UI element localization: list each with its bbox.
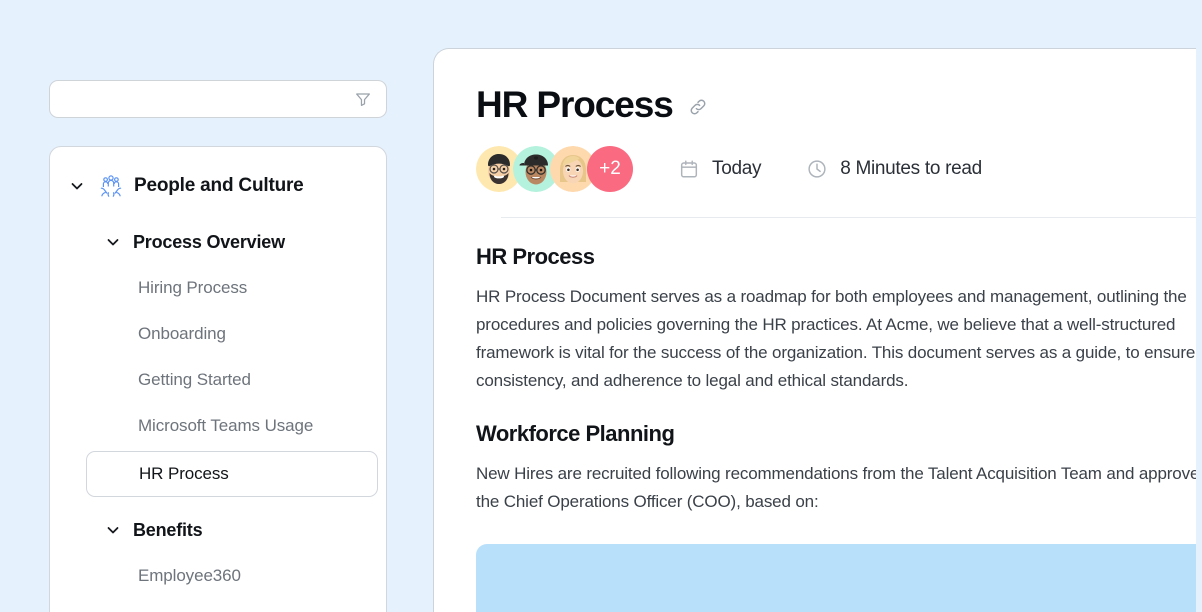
avatar-overflow-label: +2 (599, 158, 621, 179)
calendar-icon (677, 157, 701, 181)
sidebar-item-getting-started[interactable]: Getting Started (50, 357, 386, 403)
title-row: HR Process (476, 86, 1202, 123)
paragraph-line: framework is vital for the success of th… (476, 343, 1196, 362)
sidebar-item-people-and-culture[interactable]: People and Culture (50, 163, 386, 209)
section-paragraph: HR Process Document serves as a roadmap … (476, 283, 1202, 395)
section-heading: Workforce Planning (476, 421, 675, 446)
search-box[interactable] (49, 80, 387, 118)
chevron-down-icon[interactable] (102, 519, 124, 541)
document-header: HR Process +2 Today 8 Minutes to read (434, 49, 1202, 218)
sidebar-item-label: Getting Started (138, 370, 251, 389)
paragraph-line: consistency, and adherence to legal and … (476, 371, 909, 390)
sidebar-item-hr-process[interactable]: HR Process (86, 451, 378, 497)
avatar-overflow-count[interactable]: +2 (587, 146, 633, 192)
page-title: HR Process (476, 84, 674, 125)
sidebar-group-benefits[interactable]: Benefits (50, 507, 386, 553)
document-body: HR Process HR Process Document serves as… (434, 244, 1202, 516)
right-edge-strip (1196, 0, 1202, 612)
document-panel: HR Process +2 Today 8 Minutes to read HR… (433, 48, 1202, 612)
sidebar-group-process-overview[interactable]: Process Overview (50, 219, 386, 265)
sidebar-item-hiring-process[interactable]: Hiring Process (50, 265, 386, 311)
sidebar-item-label: Hiring Process (138, 278, 248, 297)
sidebar-root-label: People and Culture (134, 175, 304, 196)
meta-date-label: Today (712, 158, 762, 179)
clock-icon (805, 157, 829, 181)
chevron-down-icon[interactable] (102, 231, 124, 253)
meta-read-time-label: 8 Minutes to read (840, 158, 982, 179)
sidebar-group-label: Process Overview (133, 231, 285, 252)
sidebar-item-employee360[interactable]: Employee360 (50, 553, 386, 599)
sidebar-group-label: Benefits (133, 519, 203, 540)
sidebar-item-label: HR Process (139, 464, 229, 483)
navigation-tree: People and Culture Process Overview Hiri… (49, 146, 387, 612)
sidebar-item-label: Onboarding (138, 324, 226, 343)
paragraph-line: New Hires are recruited following recomm… (476, 464, 1202, 483)
sidebar-item-label: Employee360 (138, 566, 241, 585)
header-divider (501, 217, 1202, 218)
section-paragraph: New Hires are recruited following recomm… (476, 460, 1202, 516)
meta-read-time: 8 Minutes to read (805, 157, 982, 181)
paragraph-line: the Chief Operations Officer (COO), base… (476, 492, 819, 511)
people-in-hands-icon (96, 171, 126, 201)
sidebar-item-label: Microsoft Teams Usage (138, 416, 314, 435)
sidebar-item-onboarding[interactable]: Onboarding (50, 311, 386, 357)
app-root: People and Culture Process Overview Hiri… (0, 0, 1202, 612)
paragraph-line: procedures and policies governing the HR… (476, 315, 1176, 334)
collaborator-avatars[interactable]: +2 (476, 146, 633, 192)
sidebar-item-microsoft-teams-usage[interactable]: Microsoft Teams Usage (50, 403, 386, 449)
document-meta-row: +2 Today 8 Minutes to read (476, 146, 1202, 192)
sidebar: People and Culture Process Overview Hiri… (0, 0, 433, 612)
search-input[interactable] (62, 91, 352, 107)
chevron-down-icon[interactable] (66, 175, 88, 197)
meta-date: Today (677, 157, 762, 181)
chain-link-icon[interactable] (686, 95, 710, 119)
section-heading: HR Process (476, 244, 595, 269)
blue-callout-box (476, 544, 1202, 612)
filter-funnel-icon[interactable] (352, 88, 374, 110)
paragraph-line: HR Process Document serves as a roadmap … (476, 287, 1187, 306)
